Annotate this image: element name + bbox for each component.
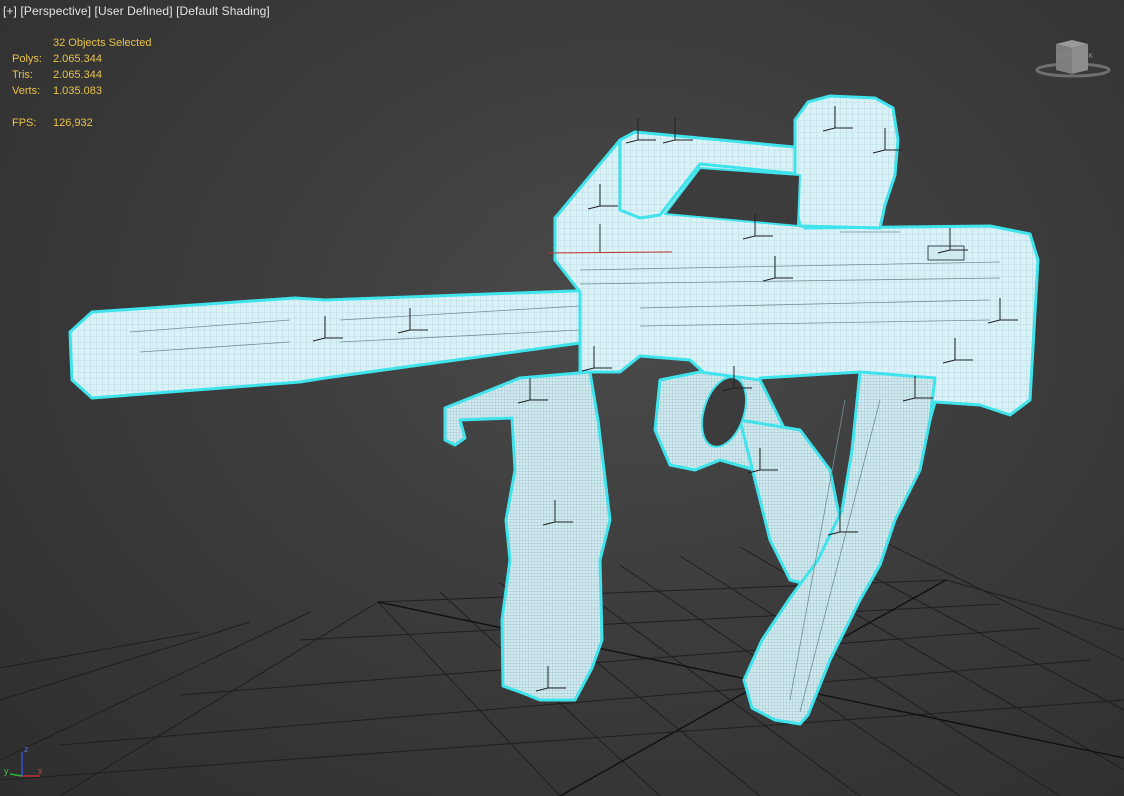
fps-label: FPS:: [12, 117, 37, 129]
polys-value: 2.065.344: [53, 53, 102, 65]
viewport-label-menu: [+] [Perspective] [User Defined] [Defaul…: [3, 4, 270, 18]
verts-value: 1.035.083: [53, 85, 102, 97]
axis-z-label: z: [24, 744, 29, 754]
rifle-model-selection[interactable]: [68, 94, 1040, 726]
polys-label: Polys:: [12, 53, 42, 65]
viewport-stereo-camera-menu[interactable]: [User Defined]: [95, 4, 173, 18]
viewport-shading-menu[interactable]: [Default Shading]: [176, 4, 270, 18]
viewcube-back-text: BACK: [1074, 53, 1093, 60]
tris-value: 2.065.344: [53, 69, 102, 81]
verts-label: Verts:: [12, 85, 41, 97]
axis-tripod: x z y: [4, 744, 43, 777]
axis-y-label: y: [4, 766, 9, 776]
front-grip-mesh[interactable]: [443, 370, 612, 702]
viewport-statistics: 32 Objects Selected Polys: 2.065.344 Tris…: [12, 35, 151, 131]
perspective-viewport[interactable]: x z y: [0, 0, 1124, 796]
optic-mount-mesh[interactable]: [793, 94, 900, 230]
axis-x-label: x: [38, 766, 43, 776]
selection-count: 32 Objects Selected: [53, 37, 152, 49]
viewcube[interactable]: LEFT BACK: [1034, 34, 1112, 80]
ejection-port: [927, 245, 965, 261]
fps-value: 126,932: [53, 117, 93, 129]
viewport-point-of-view-menu[interactable]: [Perspective]: [20, 4, 91, 18]
viewport-general-menu[interactable]: [+]: [3, 4, 17, 18]
tris-label: Tris:: [12, 69, 33, 81]
